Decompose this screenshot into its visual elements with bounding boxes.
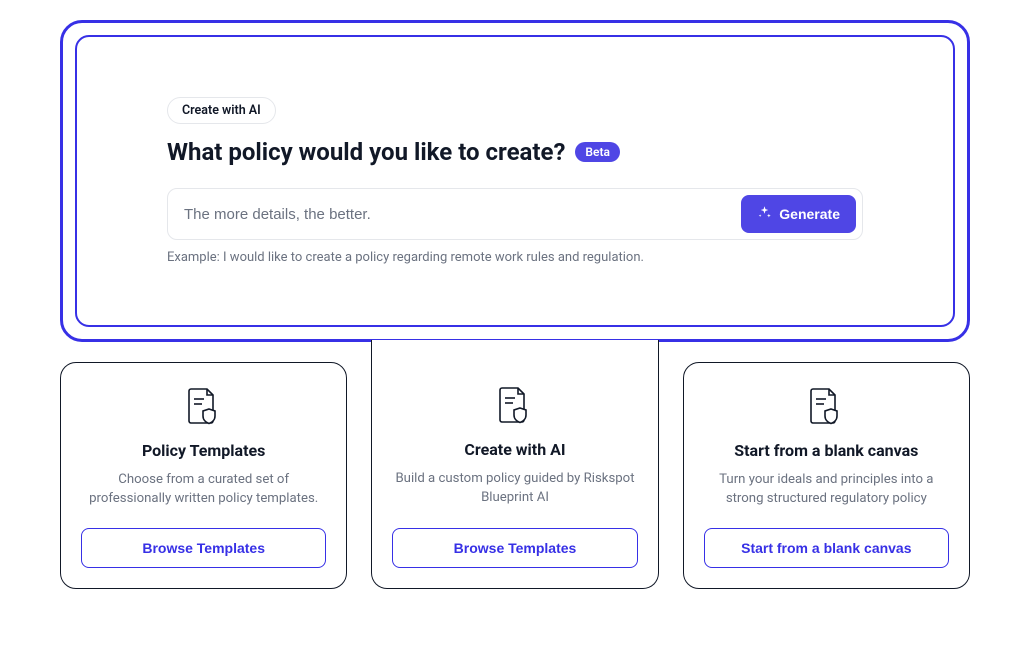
start-blank-button[interactable]: Start from a blank canvas bbox=[704, 528, 949, 568]
hero-title-line: What policy would you like to create? Be… bbox=[167, 138, 863, 166]
hero-inner: Create with AI What policy would you lik… bbox=[75, 35, 955, 327]
beta-badge: Beta bbox=[575, 142, 620, 162]
option-desc: Choose from a curated set of professiona… bbox=[81, 470, 326, 508]
option-title: Policy Templates bbox=[142, 441, 265, 460]
hero-tag: Create with AI bbox=[167, 97, 276, 124]
option-desc: Build a custom policy guided by Riskspot… bbox=[392, 469, 637, 508]
policy-prompt-input[interactable] bbox=[184, 206, 741, 223]
option-title: Create with AI bbox=[464, 440, 565, 459]
option-title: Start from a blank canvas bbox=[734, 441, 918, 460]
document-shield-icon bbox=[809, 387, 843, 441]
sparkles-icon bbox=[757, 205, 772, 223]
hero-title: What policy would you like to create? bbox=[167, 138, 565, 166]
generate-button-label: Generate bbox=[779, 206, 840, 222]
generate-button[interactable]: Generate bbox=[741, 195, 856, 233]
card-connector bbox=[371, 340, 659, 362]
option-card-templates: Policy Templates Choose from a curated s… bbox=[60, 362, 347, 589]
option-card-ai: Create with AI Build a custom policy gui… bbox=[371, 362, 658, 589]
options-row: Policy Templates Choose from a curated s… bbox=[60, 362, 970, 589]
browse-templates-button[interactable]: Browse Templates bbox=[81, 528, 326, 568]
prompt-input-row: Generate bbox=[167, 188, 863, 240]
document-shield-icon bbox=[187, 387, 221, 441]
create-with-ai-hero: Create with AI What policy would you lik… bbox=[60, 20, 970, 342]
option-desc: Turn your ideals and principles into a s… bbox=[704, 470, 949, 508]
browse-templates-button[interactable]: Browse Templates bbox=[392, 528, 637, 568]
example-text: Example: I would like to create a policy… bbox=[167, 250, 863, 265]
document-shield-icon bbox=[498, 386, 532, 440]
option-card-blank: Start from a blank canvas Turn your idea… bbox=[683, 362, 970, 589]
